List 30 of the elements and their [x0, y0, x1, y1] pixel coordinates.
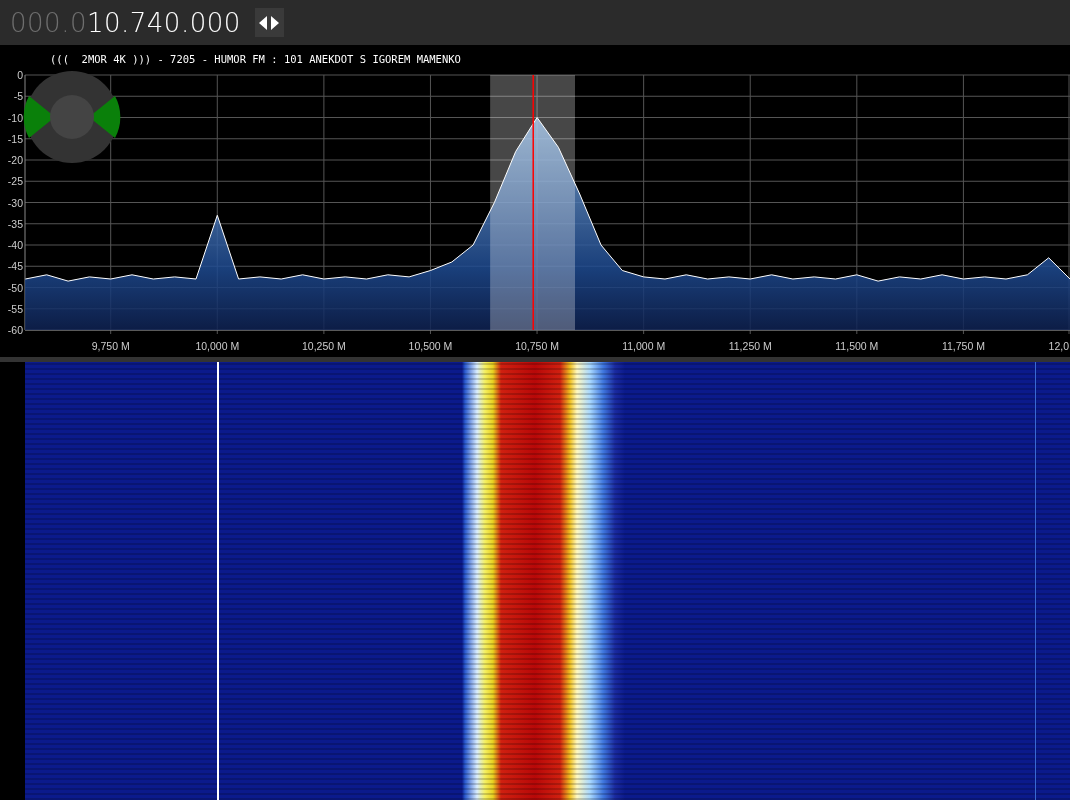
- x-axis-label: 11,000 M: [622, 340, 666, 352]
- tuning-marker[interactable]: [532, 74, 534, 331]
- x-axis-label: 10,750 M: [515, 340, 559, 352]
- y-axis-label: -15: [7, 132, 23, 145]
- left-right-arrows-icon: [258, 14, 281, 31]
- x-axis-label: 11,750 M: [941, 340, 985, 352]
- y-axis-label: -10: [7, 111, 23, 124]
- y-axis-label: -30: [7, 196, 23, 209]
- y-axis-label: -40: [7, 239, 23, 251]
- y-axis-label: -50: [7, 281, 23, 294]
- y-axis-label: -35: [7, 217, 23, 230]
- x-axis-label: 10,000 M: [195, 340, 240, 352]
- x-axis-label: 10,250 M: [302, 340, 346, 352]
- step-button[interactable]: [254, 8, 284, 37]
- dial-control[interactable]: [23, 71, 121, 163]
- x-axis-label: 12,0: [1048, 340, 1069, 352]
- x-axis-label: 11,500 M: [835, 340, 879, 352]
- y-axis-label: 0: [17, 70, 23, 81]
- x-axis-label: 9,750 M: [91, 340, 130, 352]
- x-axis-label: 10,500 M: [408, 340, 453, 352]
- y-axis-label: -20: [7, 154, 23, 166]
- y-axis-label: -5: [13, 90, 23, 103]
- x-axis-label: 11,250 M: [728, 340, 772, 352]
- y-axis-label: -25: [7, 175, 23, 188]
- frequency-display[interactable]: 000.0 10.740.000: [10, 7, 241, 38]
- station-title: ((( 2MOR 4K ))) - 7205 - HUMOR FM : 101 ANEKDOT S IGOREM MAMENKO: [49, 52, 462, 67]
- y-axis-label: -60: [7, 324, 23, 336]
- y-axis-label: -45: [7, 260, 23, 273]
- passband-highlight[interactable]: [490, 75, 575, 330]
- y-axis-label: -55: [7, 302, 23, 315]
